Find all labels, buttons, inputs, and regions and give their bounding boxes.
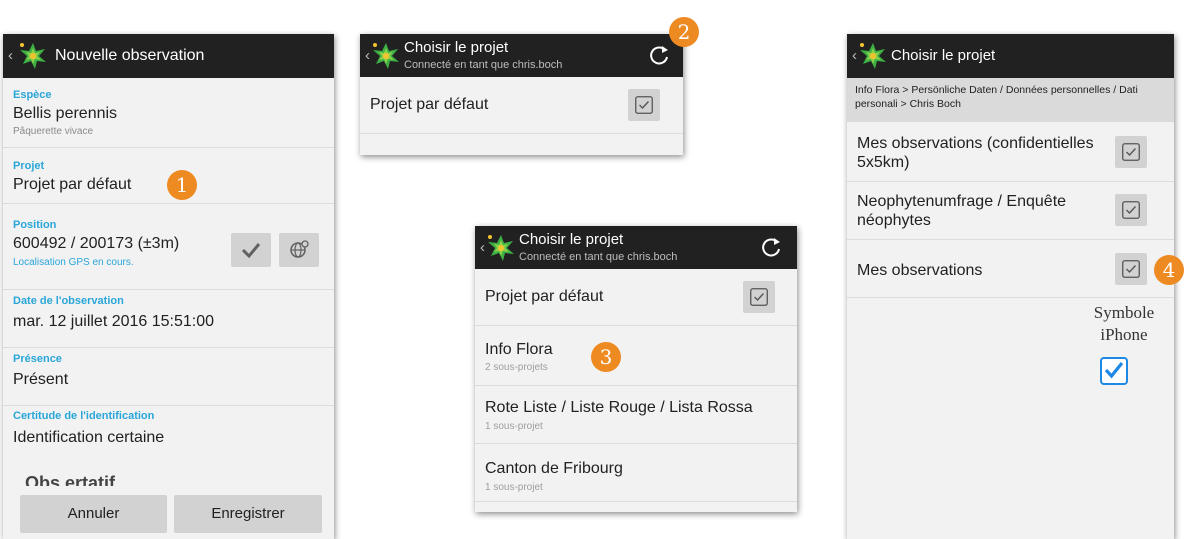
back-chevron-icon[interactable]: ‹ xyxy=(480,239,485,256)
list-item[interactable]: Mes observations (confidentielles 5x5km) xyxy=(847,122,1174,182)
select-project-button[interactable] xyxy=(1115,194,1147,226)
save-button[interactable]: Enregistrer xyxy=(174,495,322,533)
select-project-button[interactable] xyxy=(743,281,775,313)
field-presence[interactable]: Présence Présent xyxy=(3,348,334,406)
project-title: Canton de Fribourg xyxy=(485,460,623,477)
info-flora-logo-icon[interactable] xyxy=(372,42,400,70)
gps-map-button[interactable] xyxy=(279,233,319,267)
refresh-icon[interactable] xyxy=(760,237,782,259)
checkbox-icon xyxy=(635,96,653,114)
select-project-button[interactable] xyxy=(1115,136,1147,168)
select-project-button[interactable] xyxy=(1115,253,1147,285)
back-chevron-icon[interactable]: ‹ xyxy=(8,47,13,64)
back-chevron-icon[interactable]: ‹ xyxy=(365,47,370,64)
subproject-count: 2 sous-projets xyxy=(485,362,548,373)
field-label: Date de l'observation xyxy=(13,295,124,307)
subproject-count: 1 sous-projet xyxy=(485,482,543,493)
screen-new-observation: ‹ Nouvelle observation Espèce Bellis per… xyxy=(3,34,334,539)
field-date[interactable]: Date de l'observation mar. 12 juillet 20… xyxy=(3,290,334,348)
logged-in-subtitle: Connecté en tant que chris.boch xyxy=(519,251,678,263)
list-item[interactable]: Rote Liste / Liste Rouge / Lista Rossa 1… xyxy=(475,386,797,444)
project-title: Neophytenumfrage / Enquête néophytes xyxy=(857,193,1067,229)
project-title: Info Flora xyxy=(485,341,553,358)
subproject-count: 1 sous-projet xyxy=(485,421,543,432)
list-item[interactable]: Mes observations xyxy=(847,240,1174,298)
field-label: Présence xyxy=(13,353,62,365)
cut-off-field: Obs ertatif xyxy=(25,474,116,486)
list-item[interactable]: Projet par défaut xyxy=(475,269,797,326)
checkbox-icon xyxy=(1122,143,1140,161)
list-item[interactable]: Neophytenumfrage / Enquête néophytes xyxy=(847,182,1174,240)
field-projet[interactable]: Projet Projet par défaut 1 xyxy=(3,148,334,204)
gps-globe-icon xyxy=(290,240,309,258)
info-flora-logo-icon[interactable] xyxy=(859,42,887,70)
list-item[interactable]: Projet par défaut xyxy=(360,77,683,134)
project-title: Mes observations xyxy=(857,262,983,279)
project-title: Rote Liste / Liste Rouge / Lista Rossa xyxy=(485,399,753,416)
step-badge-1: 1 xyxy=(167,170,197,200)
bottom-button-bar: Annuler Enregistrer xyxy=(3,486,334,539)
field-espece[interactable]: Espèce Bellis perennis Pâquerette vivace xyxy=(3,78,334,148)
info-flora-logo-icon[interactable] xyxy=(487,234,515,262)
step-badge-3: 3 xyxy=(591,342,621,372)
field-value: Identification certaine xyxy=(13,429,165,446)
refresh-icon[interactable] xyxy=(648,45,670,67)
checkbox-icon xyxy=(1122,201,1140,219)
step-badge-4: 4 xyxy=(1154,255,1184,285)
field-hint: Localisation GPS en cours. xyxy=(13,257,134,268)
field-value: Bellis perennis xyxy=(13,105,118,122)
step-badge-2: 2 xyxy=(669,17,699,47)
field-value: Présent xyxy=(13,371,69,388)
project-title: Projet par défaut xyxy=(485,288,604,305)
cancel-button[interactable]: Annuler xyxy=(20,495,167,533)
screen-choose-subproject: ‹ Choisir le projet Info Flora > Persönl… xyxy=(847,34,1174,539)
page-title: Choisir le projet xyxy=(404,39,509,56)
field-label: Projet xyxy=(13,160,45,172)
confirm-position-button[interactable] xyxy=(231,233,271,267)
app-bar: ‹ Choisir le projet Connecté en tant que… xyxy=(475,226,797,269)
back-chevron-icon[interactable]: ‹ xyxy=(852,47,857,64)
field-label: Certitude de l'identification xyxy=(13,410,155,422)
field-certitude[interactable]: Certitude de l'identification Identifica… xyxy=(3,406,334,466)
field-value: 600492 / 200173 (±3m) xyxy=(13,235,180,252)
list-item[interactable]: Info Flora 2 sous-projets 3 xyxy=(475,326,797,386)
page-title: Choisir le projet xyxy=(891,47,996,64)
field-value: Projet par défaut xyxy=(13,176,132,193)
page-title: Nouvelle observation xyxy=(55,47,205,64)
project-title: Mes observations (confidentielles 5x5km) xyxy=(857,135,1094,171)
iphone-checkbox-icon xyxy=(1100,357,1128,385)
project-title: Projet par défaut xyxy=(370,96,489,113)
app-bar: ‹ Choisir le projet xyxy=(847,34,1174,78)
field-label: Position xyxy=(13,219,57,231)
app-bar: ‹ Nouvelle observation xyxy=(3,34,334,78)
iphone-symbol-note: Symbole iPhone xyxy=(1093,303,1155,344)
info-flora-logo-icon[interactable] xyxy=(19,42,47,70)
checkbox-icon xyxy=(750,288,768,306)
logged-in-subtitle: Connecté en tant que chris.boch xyxy=(404,59,563,71)
list-item[interactable]: Canton de Fribourg 1 sous-projet xyxy=(475,444,797,502)
breadcrumb: Info Flora > Persönliche Daten / Données… xyxy=(847,78,1174,122)
select-project-button[interactable] xyxy=(628,89,660,121)
field-position[interactable]: Position 600492 / 200173 (±3m) Localisat… xyxy=(3,204,334,290)
check-icon xyxy=(241,243,261,258)
app-bar: ‹ Choisir le projet Connecté en tant que… xyxy=(360,34,683,77)
page-title: Choisir le projet xyxy=(519,231,624,248)
screen-choose-project-list: ‹ Choisir le projet Connecté en tant que… xyxy=(475,226,797,512)
field-label: Espèce xyxy=(13,89,52,101)
screen-choose-project-small: ‹ Choisir le projet Connecté en tant que… xyxy=(360,34,683,155)
field-value: mar. 12 juillet 2016 15:51:00 xyxy=(13,313,215,330)
checkbox-icon xyxy=(1122,260,1140,278)
field-hint: Pâquerette vivace xyxy=(13,126,94,137)
